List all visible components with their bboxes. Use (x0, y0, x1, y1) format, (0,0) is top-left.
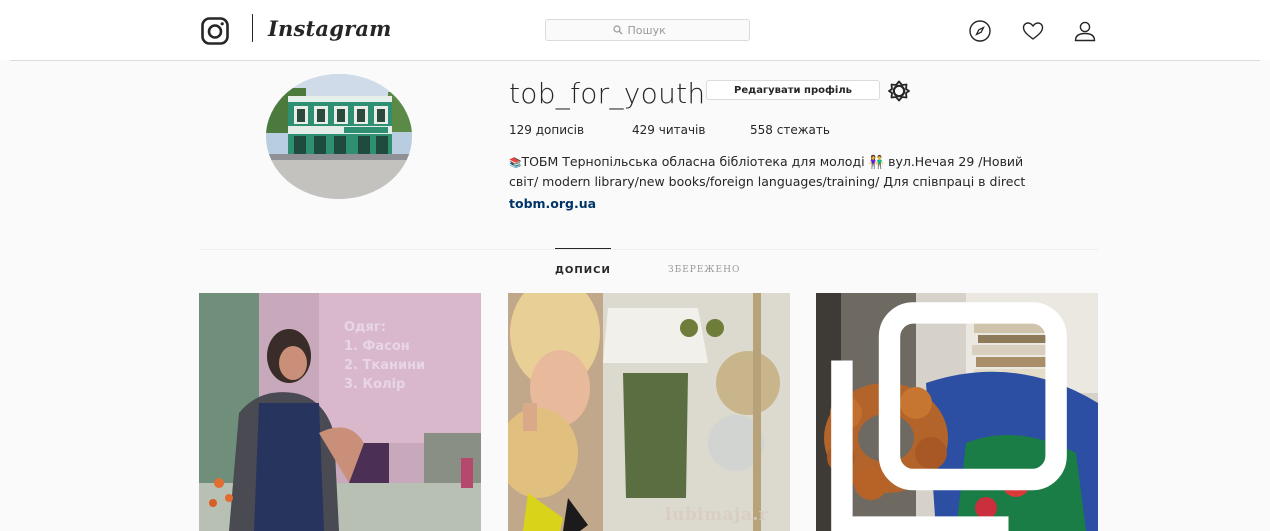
search-input[interactable] (627, 23, 683, 37)
profile-website-link[interactable]: tobm.org.ua (509, 196, 596, 211)
post-image-lecture (199, 293, 481, 531)
post-thumbnail[interactable]: lubimaja.r (508, 293, 790, 531)
activity-heart-icon[interactable] (1021, 19, 1045, 43)
bio-line: 📚ТОБМ Тернопільська обласна бібліотека д… (509, 154, 1024, 169)
followers-count[interactable]: 429 читачів (632, 123, 705, 137)
post-thumbnail[interactable]: Одяг: 1. Фасон 2. Тканини 3. Колір (199, 293, 481, 531)
instagram-wordmark[interactable]: Instagram (268, 12, 392, 46)
profile-user-icon[interactable] (1073, 19, 1097, 43)
search-icon (612, 25, 622, 35)
post-image-fashion (508, 293, 790, 531)
book-emoji-icon: 📚 (509, 158, 522, 169)
tab-saved[interactable]: ЗБЕРЕЖЕНО (668, 265, 740, 275)
image-watermark: lubimaja.r (665, 505, 769, 525)
search-box[interactable] (545, 19, 750, 41)
logo-divider (252, 14, 253, 42)
explore-compass-icon[interactable] (968, 19, 992, 43)
profile-bio: 📚ТОБМ Тернопільська обласна бібліотека д… (509, 153, 1089, 191)
tabs-divider (199, 249, 1098, 250)
settings-gear-icon[interactable] (888, 80, 910, 102)
header-divider (10, 60, 1260, 61)
profile-avatar[interactable] (266, 74, 412, 199)
top-navigation: Instagram (0, 0, 1270, 60)
post-thumbnail[interactable] (816, 293, 1098, 531)
multiple-posts-icon (831, 302, 1067, 531)
following-count[interactable]: 558 стежать (750, 123, 830, 137)
active-tab-indicator (555, 248, 611, 249)
slide-text: Одяг: 1. Фасон 2. Тканини 3. Колір (344, 320, 426, 392)
tab-posts[interactable]: ДОПИСИ (555, 265, 611, 276)
profile-username: tob_for_youth (509, 77, 706, 110)
posts-count: 129 дописів (509, 123, 585, 137)
bio-line: світ/ modern library/new books/foreign l… (509, 174, 1026, 189)
edit-profile-button[interactable]: Редагувати профіль (706, 80, 880, 100)
instagram-camera-icon[interactable] (201, 17, 229, 45)
